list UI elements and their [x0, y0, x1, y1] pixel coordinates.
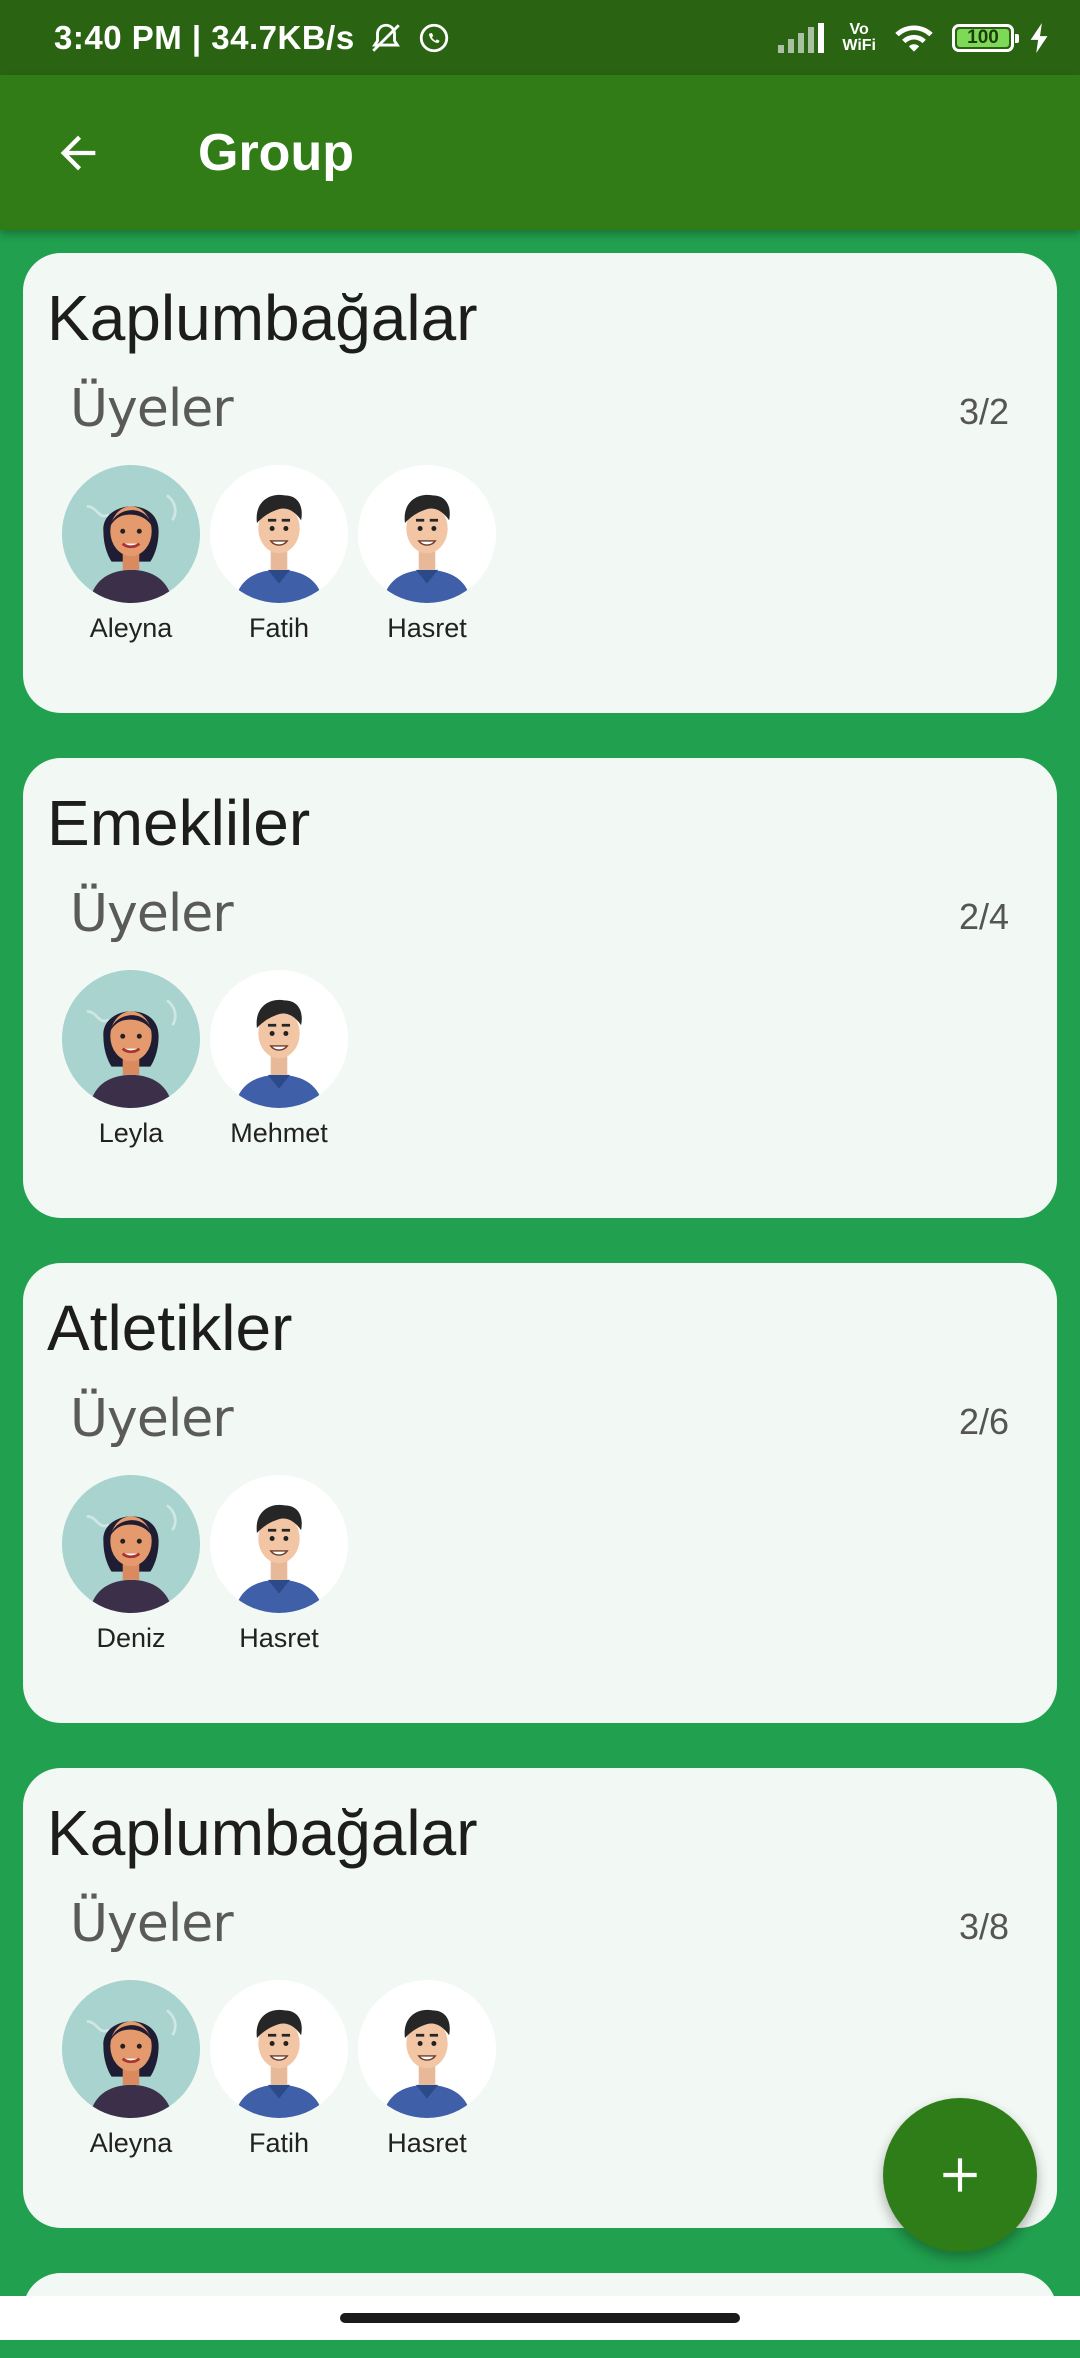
- avatar: [210, 970, 348, 1108]
- member-list: Leyla Mehmet: [57, 970, 353, 1149]
- status-time-speed: 3:40 PM | 34.7KB/s: [54, 18, 355, 56]
- battery-indicator: 100: [952, 23, 1019, 52]
- avatar: [358, 465, 496, 603]
- member-count: 3/2: [958, 391, 1009, 432]
- member-list: Aleyna Fatih Hasret: [57, 465, 501, 644]
- member-item[interactable]: Deniz: [57, 1475, 205, 1654]
- member-count: 2/4: [958, 896, 1009, 937]
- add-group-button[interactable]: [883, 2098, 1037, 2252]
- avatar: [62, 465, 200, 603]
- member-item[interactable]: Hasret: [353, 465, 501, 644]
- charging-icon: [1030, 22, 1048, 53]
- avatar: [358, 1980, 496, 2118]
- whatsapp-icon: [419, 23, 448, 52]
- group-card[interactable]: Emekliler Üyeler 2/4 Leyla Mehmet: [23, 758, 1057, 1218]
- group-name: Kaplumbağalar: [47, 282, 478, 354]
- members-label: Üyeler: [70, 884, 234, 944]
- back-button[interactable]: [38, 113, 118, 193]
- group-list: Kaplumbağalar Üyeler 3/2 Aleyna Fatih Hasr…: [23, 253, 1057, 2358]
- member-item[interactable]: Mehmet: [205, 970, 353, 1149]
- member-count: 3/8: [958, 1906, 1009, 1947]
- member-item[interactable]: Aleyna: [57, 1980, 205, 2159]
- app-bar: Group: [0, 75, 1080, 230]
- member-count: 2/6: [958, 1401, 1009, 1442]
- avatar: [62, 1475, 200, 1613]
- members-label: Üyeler: [70, 1894, 234, 1954]
- member-name: Aleyna: [89, 2128, 173, 2158]
- mute-alarm-icon: [371, 23, 400, 52]
- members-label: Üyeler: [70, 379, 234, 439]
- group-name: Emekliler: [47, 787, 311, 859]
- page-title: Group: [198, 123, 354, 182]
- member-item[interactable]: Fatih: [205, 1980, 353, 2159]
- member-name: Hasret: [387, 2128, 467, 2158]
- home-indicator[interactable]: [340, 2313, 740, 2323]
- member-item[interactable]: Leyla: [57, 970, 205, 1149]
- status-bar: 3:40 PM | 34.7KB/s Vo WiFi 100: [0, 0, 1080, 75]
- avatar: [62, 1980, 200, 2118]
- avatar: [62, 970, 200, 1108]
- group-name: Atletikler: [47, 1292, 293, 1364]
- avatar: [210, 1475, 348, 1613]
- member-name: Aleyna: [89, 613, 173, 643]
- group-card[interactable]: Kaplumbağalar Üyeler 3/2 Aleyna Fatih Hasr…: [23, 253, 1057, 713]
- member-name: Fatih: [248, 613, 310, 643]
- group-name: Kaplumbağalar: [47, 1797, 478, 1869]
- wifi-icon: [895, 24, 933, 52]
- member-list: Aleyna Fatih Hasret: [57, 1980, 501, 2159]
- signal-icon: [778, 22, 825, 53]
- plus-icon: [943, 2158, 977, 2192]
- member-name: Leyla: [98, 1118, 164, 1148]
- member-item[interactable]: Aleyna: [57, 465, 205, 644]
- member-name: Hasret: [387, 613, 467, 643]
- member-item[interactable]: Hasret: [205, 1475, 353, 1654]
- avatar: [210, 465, 348, 603]
- member-list: Deniz Hasret: [57, 1475, 353, 1654]
- group-card[interactable]: Atletikler Üyeler 2/6 Deniz Hasret: [23, 1263, 1057, 1723]
- vowifi-indicator: Vo WiFi: [842, 20, 876, 54]
- member-item[interactable]: Fatih: [205, 465, 353, 644]
- vowifi-bottom: WiFi: [842, 36, 876, 54]
- member-name: Mehmet: [230, 1118, 328, 1148]
- members-label: Üyeler: [70, 1389, 234, 1449]
- vowifi-top: Vo: [849, 20, 869, 38]
- avatar: [210, 1980, 348, 2118]
- battery-level: 100: [967, 26, 999, 48]
- arrow-left-icon: [60, 135, 96, 170]
- member-name: Deniz: [96, 1623, 166, 1653]
- member-item[interactable]: Hasret: [353, 1980, 501, 2159]
- member-name: Hasret: [239, 1623, 319, 1653]
- member-name: Fatih: [248, 2128, 310, 2158]
